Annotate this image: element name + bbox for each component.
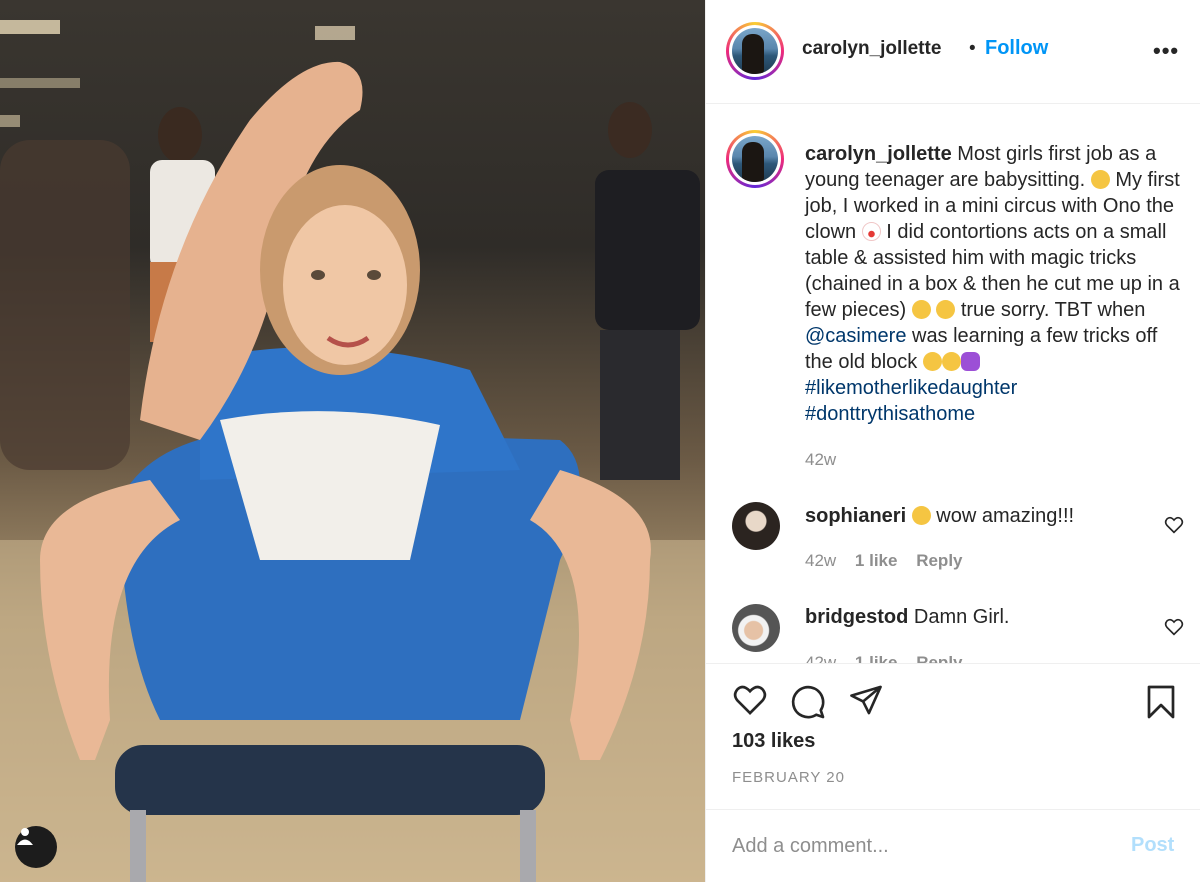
reply-button[interactable]: Reply	[916, 653, 962, 663]
hashtag-link[interactable]: #likemotherlikedaughter	[805, 377, 1017, 399]
post-caption: carolyn_jollette Most girls first job as…	[805, 141, 1190, 427]
post-comment-button[interactable]: Post	[1131, 834, 1174, 857]
author-username[interactable]: carolyn_jollette	[802, 38, 941, 60]
caption-timestamp[interactable]: 42w	[805, 450, 836, 470]
caption-text: true sorry. TBT when	[955, 299, 1146, 321]
comments-list[interactable]: carolyn_jollette Most girls first job as…	[706, 104, 1200, 663]
like-heart-icon[interactable]	[732, 684, 768, 721]
rofl-emoji-icon	[922, 352, 942, 371]
comment-like-heart-icon[interactable]	[1164, 516, 1184, 539]
commenter-avatar[interactable]	[732, 502, 780, 550]
mention-link[interactable]: @casimere	[805, 325, 906, 347]
post-photo[interactable]	[0, 0, 705, 882]
comment-meta: 42w 1 like Reply	[805, 653, 977, 663]
share-icon[interactable]	[848, 684, 884, 721]
comment-time[interactable]: 42w	[805, 551, 836, 570]
post-header: carolyn_jollette • Follow •••	[706, 0, 1200, 104]
comment-like-heart-icon[interactable]	[1164, 618, 1184, 641]
rofl-emoji-icon	[911, 300, 931, 319]
commenter-username[interactable]: sophianeri	[805, 505, 906, 527]
comment-body: Damn Girl.	[908, 606, 1010, 628]
comment-text: sophianeri wow amazing!!!	[805, 505, 1074, 528]
caption-avatar[interactable]	[726, 130, 784, 188]
header-separator: •	[969, 38, 976, 59]
likes-count[interactable]: 103 likes	[732, 730, 815, 753]
person-gesturing-emoji-icon	[960, 352, 980, 371]
comment-input[interactable]	[730, 828, 1114, 864]
comment-body: wow amazing!!!	[930, 505, 1075, 527]
post-actions: 103 likes FEBRUARY 20	[706, 663, 1200, 809]
post-date[interactable]: FEBRUARY 20	[732, 769, 845, 786]
photo-illustration	[0, 20, 705, 882]
comment-text: bridgestod Damn Girl.	[805, 606, 1009, 629]
post-side-panel: carolyn_jollette • Follow ••• carolyn_jo…	[705, 0, 1200, 882]
add-comment-bar: Post	[706, 809, 1200, 882]
clown-emoji-icon	[861, 222, 881, 241]
joy-emoji-icon	[941, 352, 961, 371]
more-options-icon[interactable]: •••	[1153, 38, 1179, 64]
comment-time[interactable]: 42w	[805, 653, 836, 663]
comment-icon[interactable]	[790, 684, 826, 725]
commenter-avatar[interactable]	[732, 604, 780, 652]
reply-button[interactable]: Reply	[916, 551, 962, 570]
bookmark-icon[interactable]	[1145, 684, 1177, 725]
user-tag-icon[interactable]	[15, 826, 57, 868]
comment-meta: 42w 1 like Reply	[805, 551, 977, 571]
caption-username[interactable]: carolyn_jollette	[805, 143, 952, 165]
joy-emoji-icon	[936, 300, 956, 319]
comment-likes[interactable]: 1 like	[855, 551, 898, 570]
flushed-emoji-icon	[911, 506, 931, 525]
comment-likes[interactable]: 1 like	[855, 653, 898, 663]
author-avatar[interactable]	[726, 22, 784, 80]
commenter-username[interactable]: bridgestod	[805, 606, 908, 628]
hashtag-link[interactable]: #donttrythisathome	[805, 403, 975, 425]
grin-emoji-icon	[1090, 170, 1110, 189]
follow-button[interactable]: Follow	[985, 37, 1048, 60]
